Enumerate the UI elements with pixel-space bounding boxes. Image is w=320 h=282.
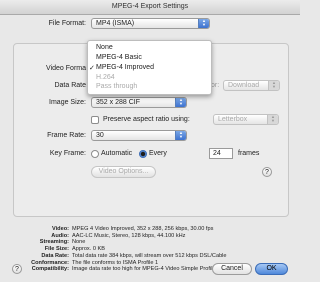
frame-rate-select[interactable]: 30 ▲ ▼ (91, 130, 187, 141)
frame-rate-label: Frame Rate: (47, 132, 86, 139)
menu-item-h264: H.264 (96, 74, 115, 81)
key-frame-every-radio[interactable] (139, 150, 147, 158)
summary-conformance-key: Conformance: (31, 259, 69, 266)
key-frame-label: Key Frame: (49, 150, 86, 157)
key-frame-interval-input[interactable]: 24 (209, 148, 233, 159)
bottom-help-icon[interactable]: ? (12, 264, 22, 274)
chevron-updown-icon: ▲▼ (198, 19, 209, 28)
optimized-for-select[interactable]: Download ▲ ▼ (223, 80, 280, 91)
preserve-aspect-label: Preserve aspect ratio using: (103, 116, 190, 123)
file-format-value: MP4 (ISMA) (96, 20, 135, 27)
chevron-updown-icon: ▲▼ (175, 98, 186, 107)
summary-file-size-value: Approx. 0 KB (72, 246, 105, 253)
menu-item-mpeg4-basic[interactable]: MPEG-4 Basic (96, 54, 142, 61)
image-size-value: 352 x 288 CIF (96, 99, 140, 106)
frame-rate-value: 30 (96, 132, 104, 139)
data-rate-label: Data Rate (54, 82, 86, 89)
summary-data-rate-value: Total data rate 384 kbps, will stream ov… (72, 252, 227, 259)
optimized-for-value: Download (228, 82, 260, 89)
summary-streaming-value: None (72, 239, 86, 246)
key-frame-automatic-radio[interactable] (91, 150, 99, 158)
preserve-aspect-value: Letterbox (218, 116, 248, 123)
video-format-label: Video Forma (46, 65, 86, 72)
ok-button[interactable]: OK (255, 263, 288, 275)
summary-video-value: MPEG 4 Video Improved, 352 x 288, 256 kb… (72, 226, 214, 232)
summary-data-rate-key: Data Rate: (41, 252, 69, 259)
summary-file-size-key: File Size: (44, 246, 69, 253)
key-frame-every-label: Every (149, 150, 167, 157)
file-format-select[interactable]: MP4 (ISMA) ▲ ▼ (91, 18, 210, 29)
preserve-aspect-checkbox[interactable] (91, 116, 99, 124)
file-format-label: File Format: (48, 20, 86, 27)
summary-video-key: Video: (52, 226, 69, 232)
chevron-updown-icon: ▲▼ (175, 131, 186, 140)
summary-compatibility-value: Image data rate too high for MPEG-4 Vide… (72, 266, 236, 273)
menu-item-pass-through: Pass through (96, 83, 138, 90)
cancel-button[interactable]: Cancel (212, 263, 252, 275)
summary-conformance-value: The file conforms to ISMA Profile 1 (72, 259, 159, 266)
menu-item-none[interactable]: None (96, 44, 113, 51)
summary-audio-value: AAC-LC Music, Stereo, 128 kbps, 44.100 k… (72, 232, 186, 239)
video-format-menu: None MPEG-4 Basic ✓ MPEG-4 Improved H.26… (87, 40, 212, 95)
window-title: MPEG-4 Export Settings (111, 3, 189, 10)
optimized-for-label: or: (211, 82, 220, 89)
frames-label: frames (238, 150, 260, 157)
preserve-aspect-select[interactable]: Letterbox ▲ ▼ (213, 114, 279, 125)
image-size-select[interactable]: 352 x 288 CIF ▲ ▼ (91, 97, 187, 108)
key-frame-automatic-label: Automatic (101, 150, 133, 157)
summary-audio-key: Audio: (51, 232, 69, 239)
summary-streaming-key: Streaming: (39, 239, 69, 246)
image-size-label: Image Size: (49, 99, 86, 106)
checkmark-icon: ✓ (89, 65, 95, 72)
summary-compatibility-key: Compatibility: (31, 266, 69, 273)
menu-item-mpeg4-improved[interactable]: MPEG-4 Improved (96, 64, 154, 71)
video-options-button[interactable]: Video Options... (91, 166, 156, 178)
help-icon[interactable]: ? (262, 167, 272, 177)
chevron-updown-icon: ▲▼ (267, 115, 278, 124)
chevron-updown-icon: ▲▼ (268, 81, 279, 90)
